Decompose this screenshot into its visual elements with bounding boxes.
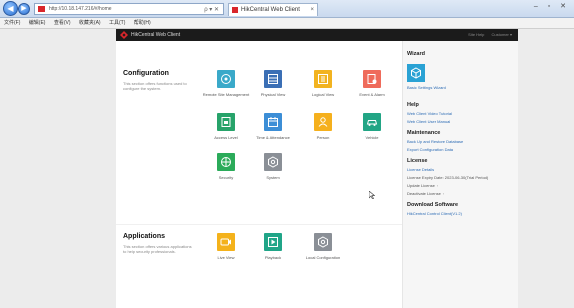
tab-close-icon[interactable]: × xyxy=(310,4,314,16)
hikcentral-logo-icon xyxy=(120,31,128,39)
playback-icon xyxy=(264,233,282,251)
tile-label: Person xyxy=(316,135,330,140)
vehicle-icon xyxy=(363,113,381,131)
menu-edit[interactable]: 编辑(E) xyxy=(29,20,46,26)
app-header: HikCentral Web Client Site Help Customer… xyxy=(116,29,518,41)
browser-tab[interactable]: HikCentral Web Client × xyxy=(228,3,318,16)
site-help-link[interactable]: Site Help xyxy=(468,32,484,37)
tab-favicon-icon xyxy=(232,7,238,13)
address-bar[interactable]: http://10.18.147.216/#/home ρ ▾ ✕ xyxy=(34,3,224,15)
tile-label: Security xyxy=(218,175,234,180)
person-icon xyxy=(314,113,332,131)
attendance-icon xyxy=(264,113,282,131)
window-controls[interactable]: – ▫ ✕ xyxy=(534,2,570,10)
tile-label: Live View xyxy=(217,255,235,260)
browser-toolbar: ◀ ▶ http://10.18.147.216/#/home ρ ▾ ✕ Hi… xyxy=(0,0,574,18)
sites-icon xyxy=(217,70,235,88)
deactivate-license-item[interactable]: Deactivate License › xyxy=(407,191,514,196)
applications-description: This section offers various applications… xyxy=(123,244,192,254)
tile-system[interactable]: System xyxy=(246,153,300,180)
main-panel: Configuration This section offers functi… xyxy=(116,41,402,308)
tile-label: Physical View xyxy=(260,92,286,97)
basic-settings-wizard-link[interactable]: Basic Settings Wizard xyxy=(407,85,514,90)
section-divider xyxy=(116,224,402,225)
tile-live-view[interactable]: Live View xyxy=(199,233,253,260)
tile-label: Access Level xyxy=(214,135,238,140)
event-alarm-icon xyxy=(363,70,381,88)
tile-playback[interactable]: Playback xyxy=(246,233,300,260)
tile-vehicle[interactable]: Vehicle xyxy=(345,113,399,140)
download-heading: Download Software xyxy=(407,202,459,208)
user-manual-link[interactable]: Web Client User Manual xyxy=(407,119,514,124)
tab-title: HikCentral Web Client xyxy=(241,7,300,13)
tile-label: Logical View xyxy=(311,92,335,97)
menu-view[interactable]: 查看(V) xyxy=(54,20,71,26)
tile-person[interactable]: Person xyxy=(296,113,350,140)
app-title: HikCentral Web Client xyxy=(131,32,181,38)
security-icon xyxy=(217,153,235,171)
system-icon xyxy=(264,153,282,171)
local-config-icon xyxy=(314,233,332,251)
tile-remote-site-management[interactable]: Remote Site Management xyxy=(199,70,253,97)
help-heading: Help xyxy=(407,102,419,108)
menu-help[interactable]: 帮助(H) xyxy=(134,20,151,26)
license-heading: License xyxy=(407,158,428,164)
logical-view-icon xyxy=(314,70,332,88)
configuration-title: Configuration xyxy=(123,70,169,77)
update-license-item[interactable]: Update License › xyxy=(407,183,514,188)
chevron-right-icon: › xyxy=(436,183,439,188)
live-view-icon xyxy=(217,233,235,251)
menu-favorites[interactable]: 收藏夹(A) xyxy=(79,20,101,26)
update-license-label: Update License xyxy=(407,183,435,188)
address-text: http://10.18.147.216/#/home xyxy=(49,6,112,12)
chevron-right-icon: › xyxy=(442,191,445,196)
tile-label: Playback xyxy=(264,255,282,260)
tile-label: Time & Attendance xyxy=(256,135,290,140)
maintenance-heading: Maintenance xyxy=(407,130,441,136)
deactivate-license-label: Deactivate License xyxy=(407,191,441,196)
forward-button[interactable]: ▶ xyxy=(18,3,30,15)
control-client-download-link[interactable]: HikCentral Control Client(V1.2) xyxy=(407,211,514,216)
site-favicon-icon xyxy=(38,6,45,12)
right-panel: Wizard Basic Settings Wizard Help Web Cl… xyxy=(402,41,518,308)
wizard-icon[interactable] xyxy=(407,64,425,82)
address-tools-icon[interactable]: ρ ▾ ✕ xyxy=(204,5,219,15)
wizard-heading: Wizard xyxy=(407,51,425,57)
applications-title: Applications xyxy=(123,233,166,240)
tile-security[interactable]: Security xyxy=(199,153,253,180)
configuration-description: This section offers functions used to co… xyxy=(123,81,187,91)
tile-access-level[interactable]: Access Level xyxy=(199,113,253,140)
back-button[interactable]: ◀ xyxy=(3,1,18,16)
browser-menu-bar: 文件(F) 编辑(E) 查看(V) 收藏夹(A) 工具(T) 帮助(H) xyxy=(0,18,574,29)
physical-view-icon xyxy=(264,70,282,88)
tile-label: Event & Alarm xyxy=(359,92,385,97)
backup-restore-link[interactable]: Back Up and Restore Database xyxy=(407,139,514,144)
mouse-cursor-icon xyxy=(369,191,375,199)
tile-local-configuration[interactable]: Local Configuration xyxy=(296,233,350,260)
tile-label: Remote Site Management xyxy=(202,92,250,97)
tile-time-attendance[interactable]: Time & Attendance xyxy=(246,113,300,140)
tile-label: System xyxy=(266,175,280,180)
menu-tools[interactable]: 工具(T) xyxy=(109,20,125,26)
user-menu[interactable]: Customer ▾ xyxy=(492,32,512,37)
tile-event-alarm[interactable]: Event & Alarm xyxy=(345,70,399,97)
export-config-link[interactable]: Export Configuration Data xyxy=(407,147,514,152)
tile-logical-view[interactable]: Logical View xyxy=(296,70,350,97)
video-tutorial-link[interactable]: Web Client Video Tutorial xyxy=(407,111,514,116)
access-level-icon xyxy=(217,113,235,131)
menu-file[interactable]: 文件(F) xyxy=(4,20,20,26)
license-expiry-text: License Expiry Date: 2023-06-30(Trial Pe… xyxy=(407,175,489,180)
license-details-link[interactable]: License Details xyxy=(407,167,514,172)
tile-label: Vehicle xyxy=(365,135,379,140)
tile-physical-view[interactable]: Physical View xyxy=(246,70,300,97)
tile-label: Local Configuration xyxy=(305,255,341,260)
header-actions: Site Help Customer ▾ xyxy=(462,29,512,41)
